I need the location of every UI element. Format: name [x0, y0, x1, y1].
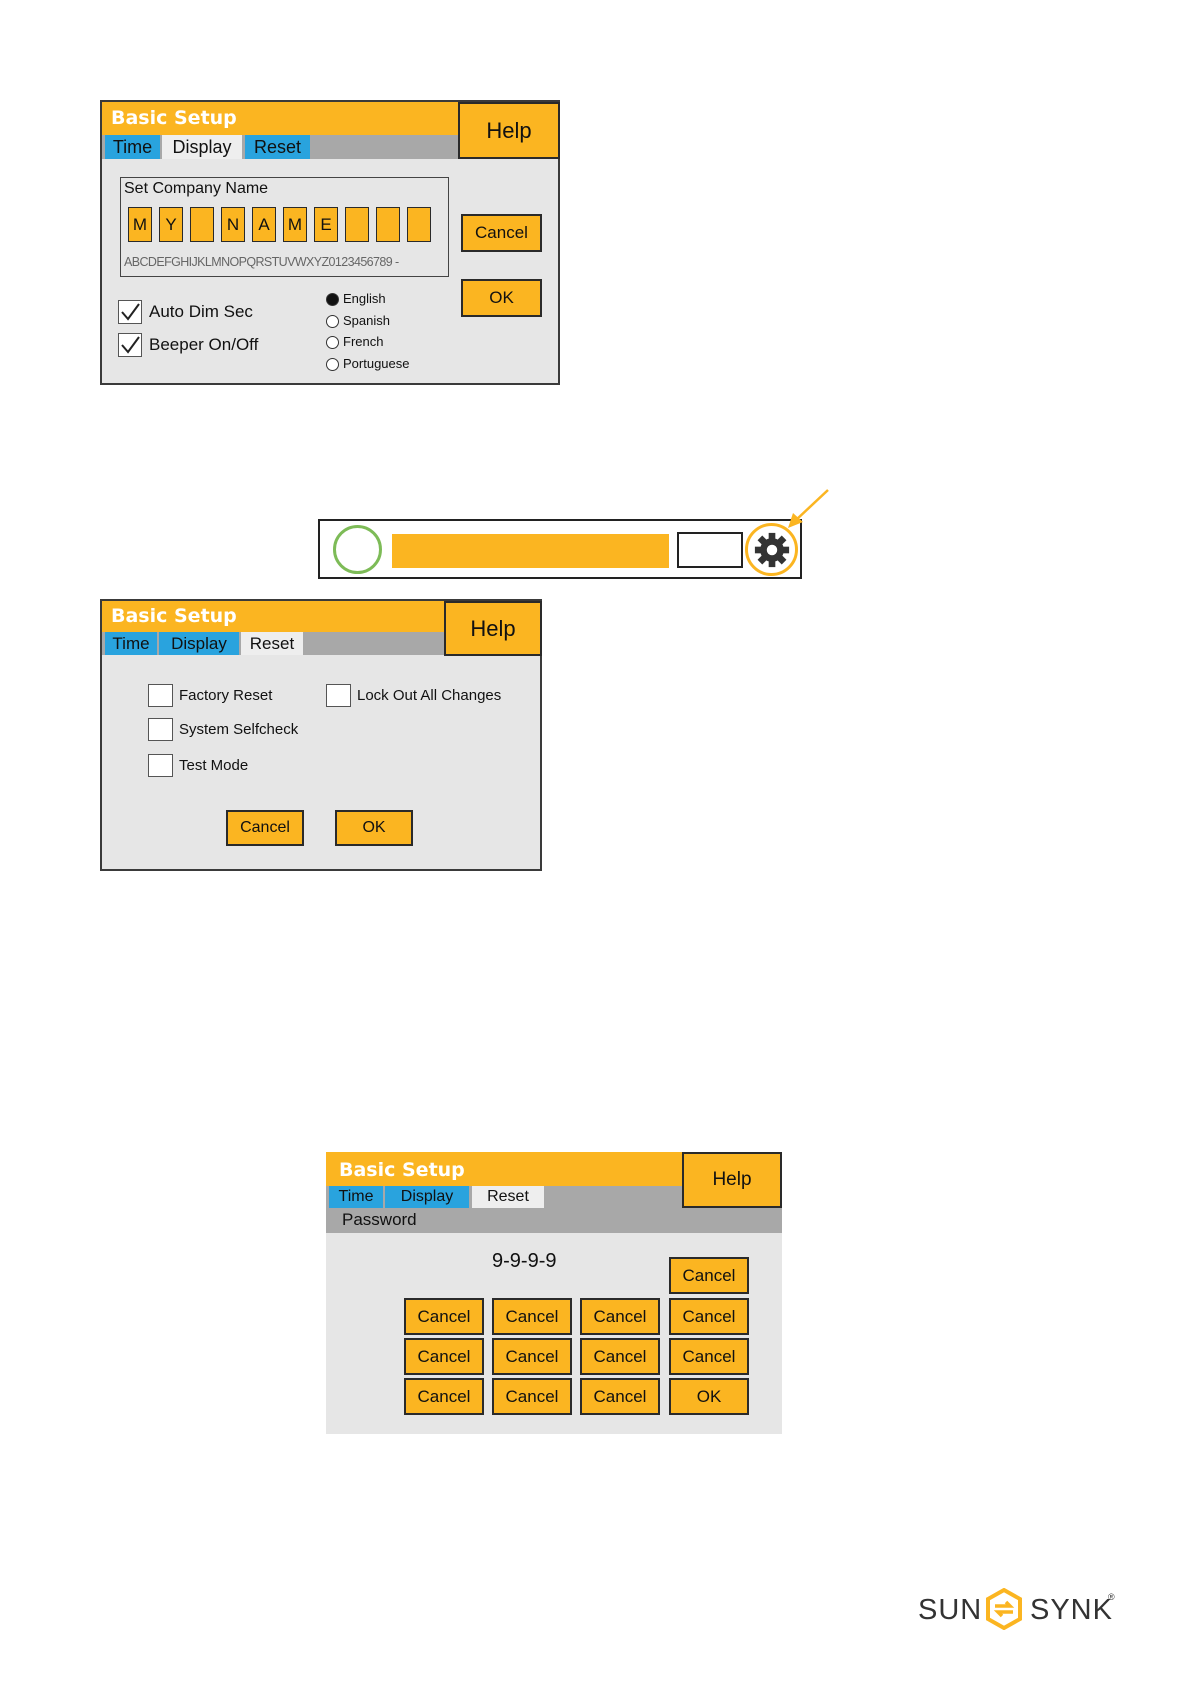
keypad-button[interactable]: Cancel [492, 1298, 572, 1335]
logo-emblem-icon [986, 1588, 1022, 1630]
language-label: English [343, 291, 386, 306]
name-cell[interactable] [345, 207, 369, 242]
lock-out-checkbox[interactable] [326, 684, 351, 707]
language-label: Portuguese [343, 356, 410, 371]
name-cell[interactable] [376, 207, 400, 242]
system-selfcheck-checkbox[interactable] [148, 718, 173, 741]
auto-dim-label: Auto Dim Sec [149, 302, 253, 321]
language-label: Spanish [343, 313, 390, 328]
tab-reset[interactable]: Reset [241, 632, 303, 655]
tab-time[interactable]: Time [329, 1186, 383, 1208]
password-header: Password [326, 1208, 782, 1233]
language-radio-english[interactable] [326, 293, 339, 306]
logo-text-left: SUN [918, 1594, 983, 1626]
keypad-button[interactable]: Cancel [580, 1338, 660, 1375]
name-cell[interactable]: Y [159, 207, 183, 242]
panel-title: Basic Setup [102, 102, 458, 135]
keypad-button[interactable]: Cancel [669, 1298, 749, 1335]
name-cells: M Y N A M E [128, 207, 438, 243]
checkmark-icon [121, 303, 140, 321]
beeper-checkbox[interactable] [118, 333, 142, 357]
language-radio-spanish[interactable] [326, 315, 339, 328]
sunsynk-logo: SUN SYNK ® [918, 1588, 1118, 1632]
language-label: French [343, 334, 384, 349]
test-mode-label: Test Mode [179, 757, 249, 774]
language-radio-french[interactable] [326, 336, 339, 349]
auto-dim-checkbox[interactable] [118, 300, 142, 324]
keypad-button[interactable]: Cancel [492, 1378, 572, 1415]
keypad-ok-button[interactable]: OK [669, 1378, 749, 1415]
tab-reset[interactable]: Reset [472, 1186, 544, 1208]
status-circle-icon [333, 525, 382, 574]
password-label: Password [342, 1210, 417, 1229]
name-cell[interactable] [190, 207, 214, 242]
factory-reset-checkbox[interactable] [148, 684, 173, 707]
name-cell[interactable]: N [221, 207, 245, 242]
logo-text-right: SYNK [1030, 1594, 1113, 1626]
tab-time[interactable]: Time [105, 135, 160, 159]
company-name-box: Set Company Name M Y N A M E ABCDEFGHIJK… [120, 177, 449, 277]
character-selector[interactable]: ABCDEFGHIJKLMNOPQRSTUVWXYZ0123456789 - [124, 255, 446, 269]
status-bar [318, 519, 802, 579]
ok-button[interactable]: OK [335, 810, 413, 846]
password-panel: Basic Setup Time Display Reset Help Pass… [326, 1152, 782, 1434]
lock-out-label: Lock Out All Changes [357, 687, 502, 704]
tab-display[interactable]: Display [159, 632, 239, 655]
system-selfcheck-label: System Selfcheck [179, 721, 299, 738]
name-cell[interactable]: M [283, 207, 307, 242]
help-button[interactable]: Help [444, 601, 542, 656]
ok-button[interactable]: OK [461, 279, 542, 317]
name-cell[interactable]: E [314, 207, 338, 242]
cancel-button[interactable]: Cancel [461, 214, 542, 252]
gear-icon [754, 532, 789, 567]
password-value: 9-9-9-9 [492, 1250, 557, 1272]
language-radio-portuguese[interactable] [326, 358, 339, 371]
name-cell[interactable]: A [252, 207, 276, 242]
display-settings-panel: Basic Setup Time Display Reset Help Set … [100, 100, 560, 385]
company-name-label: Set Company Name [124, 180, 269, 197]
keypad-button[interactable]: Cancel [492, 1338, 572, 1375]
factory-reset-label: Factory Reset [179, 687, 273, 704]
status-bar-fill [392, 534, 669, 568]
name-cell[interactable] [407, 207, 431, 242]
tab-display[interactable]: Display [162, 135, 242, 159]
name-cell[interactable]: M [128, 207, 152, 242]
keypad-button[interactable]: Cancel [580, 1298, 660, 1335]
keypad-button[interactable]: Cancel [669, 1338, 749, 1375]
help-button[interactable]: Help [682, 1152, 782, 1208]
help-button[interactable]: Help [458, 102, 560, 159]
keypad-button[interactable]: Cancel [404, 1338, 484, 1375]
tab-bar: Time Display Reset [102, 135, 458, 159]
tab-time[interactable]: Time [105, 632, 157, 655]
registered-mark: ® [1108, 1592, 1115, 1602]
keypad-button[interactable]: Cancel [580, 1378, 660, 1415]
panel-title: Basic Setup [102, 601, 444, 632]
keypad-button[interactable]: Cancel [404, 1378, 484, 1415]
status-blank-box [677, 532, 743, 568]
reset-settings-panel: Basic Setup Time Display Reset Help Fact… [100, 599, 542, 871]
panel-title: Basic Setup [326, 1152, 682, 1186]
tab-display[interactable]: Display [385, 1186, 469, 1208]
tab-reset[interactable]: Reset [245, 135, 310, 159]
checkmark-icon [121, 336, 140, 354]
arrow-icon [788, 489, 829, 528]
beeper-label: Beeper On/Off [149, 335, 259, 354]
tab-bar: Time Display Reset [326, 1186, 682, 1208]
keypad-button[interactable]: Cancel [404, 1298, 484, 1335]
tab-bar: Time Display Reset [102, 632, 444, 655]
top-cancel-button[interactable]: Cancel [669, 1257, 749, 1294]
cancel-button[interactable]: Cancel [226, 810, 304, 846]
test-mode-checkbox[interactable] [148, 754, 173, 777]
